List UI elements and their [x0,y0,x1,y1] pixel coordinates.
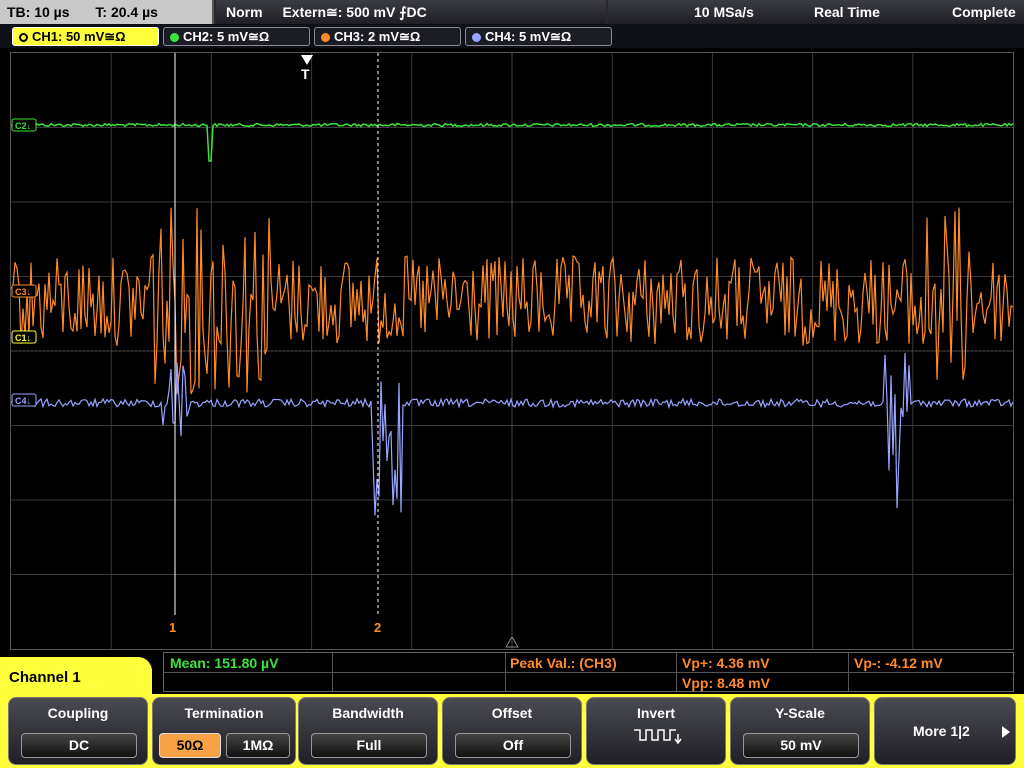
tab-ch3-label: CH3: 2 mV≅Ω [334,29,421,44]
tab-ch4-label: CH4: 5 mV≅Ω [485,29,572,44]
cursor-1-label: 1 [169,620,177,635]
timebase-display[interactable]: TB: 10 µs T: 20.4 µs [0,0,214,24]
menu-title: Channel 1 [0,657,152,699]
peak-measurement-label: Peak Val.: (CH3) [510,655,617,671]
waveform-canvas: C2↓ C3↓ C1↓ C4↓ [11,53,1013,649]
vp-plus-measurement: Vp+: 4.36 mV [682,655,770,671]
trigger-status[interactable]: Norm Extern≅: 500 mV ⨍DC [216,0,606,24]
offset-title: Offset [491,705,533,721]
ch3-ground-tag-text: C3↓ [15,287,31,297]
tab-ch4[interactable]: CH4: 5 mV≅Ω [465,27,612,46]
termination-title: Termination [184,705,264,721]
invert-waveform-icon [634,729,682,745]
trigger-source: Extern≅: 500 mV ⨍DC [282,4,427,20]
yscale-title: Y-Scale [775,705,825,721]
vp-minus-measurement: Vp-: -4.12 mV [854,655,943,671]
ch4-dot-icon [472,33,481,42]
tab-ch1-label: CH1: 50 mV≅Ω [32,29,126,44]
meas-divider [164,672,1015,673]
bandwidth-softkey[interactable]: Bandwidth Full [298,697,438,765]
yscale-value: 50 mV [743,733,859,758]
bandwidth-title: Bandwidth [332,705,404,721]
trigger-time-value: T: 20.4 µs [95,4,158,20]
bandwidth-value: Full [311,733,427,758]
offset-value: Off [455,733,571,758]
tab-ch1[interactable]: CH1: 50 mV≅Ω [12,27,159,46]
measurement-panel[interactable]: Mean: 151.80 µV Peak Val.: (CH3) Vp+: 4.… [163,652,1015,692]
trigger-mode: Norm [226,4,263,20]
ch2-dot-icon [170,33,179,42]
coupling-title: Coupling [47,705,109,721]
coupling-value: DC [21,733,137,758]
tab-ch2[interactable]: CH2: 5 mV≅Ω [163,27,310,46]
acquisition-status[interactable]: 10 MSa/s Real Time Complete [608,0,1024,24]
next-page-icon [1002,726,1010,738]
termination-50-option[interactable]: 50Ω [159,733,221,758]
tab-ch3[interactable]: CH3: 2 mV≅Ω [314,27,461,46]
ch3-dot-icon [321,33,330,42]
mean-measurement: Mean: 151.80 µV [170,655,279,671]
trigger-position-label: T [301,66,310,82]
termination-softkey[interactable]: Termination 50Ω 1MΩ [152,697,296,765]
tab-ch2-label: CH2: 5 mV≅Ω [183,29,270,44]
offset-softkey[interactable]: Offset Off [442,697,582,765]
sample-rate: 10 MSa/s [694,4,754,20]
invert-title: Invert [636,705,676,721]
coupling-softkey[interactable]: Coupling DC [8,697,148,765]
more-softkey[interactable]: More 1|2 [874,697,1016,765]
ch1-dot-icon [19,33,28,42]
invert-softkey[interactable]: Invert [586,697,726,765]
cursor-2-label: 2 [374,620,382,635]
termination-1m-option[interactable]: 1MΩ [226,733,290,758]
ch2-ground-tag-text: C2↓ [15,121,31,131]
waveform-display[interactable]: C2↓ C3↓ C1↓ C4↓ [10,52,1014,650]
timebase-value: TB: 10 µs [7,4,70,20]
vpp-measurement: Vpp: 8.48 mV [682,675,770,691]
acquisition-mode: Real Time [814,4,880,20]
yscale-softkey[interactable]: Y-Scale 50 mV [730,697,870,765]
more-label: More 1|2 [913,723,970,739]
ch4-ground-tag-text: C4↓ [15,396,31,406]
ch1-ground-tag-text: C1↓ [15,333,31,343]
run-state: Complete [952,4,1016,20]
